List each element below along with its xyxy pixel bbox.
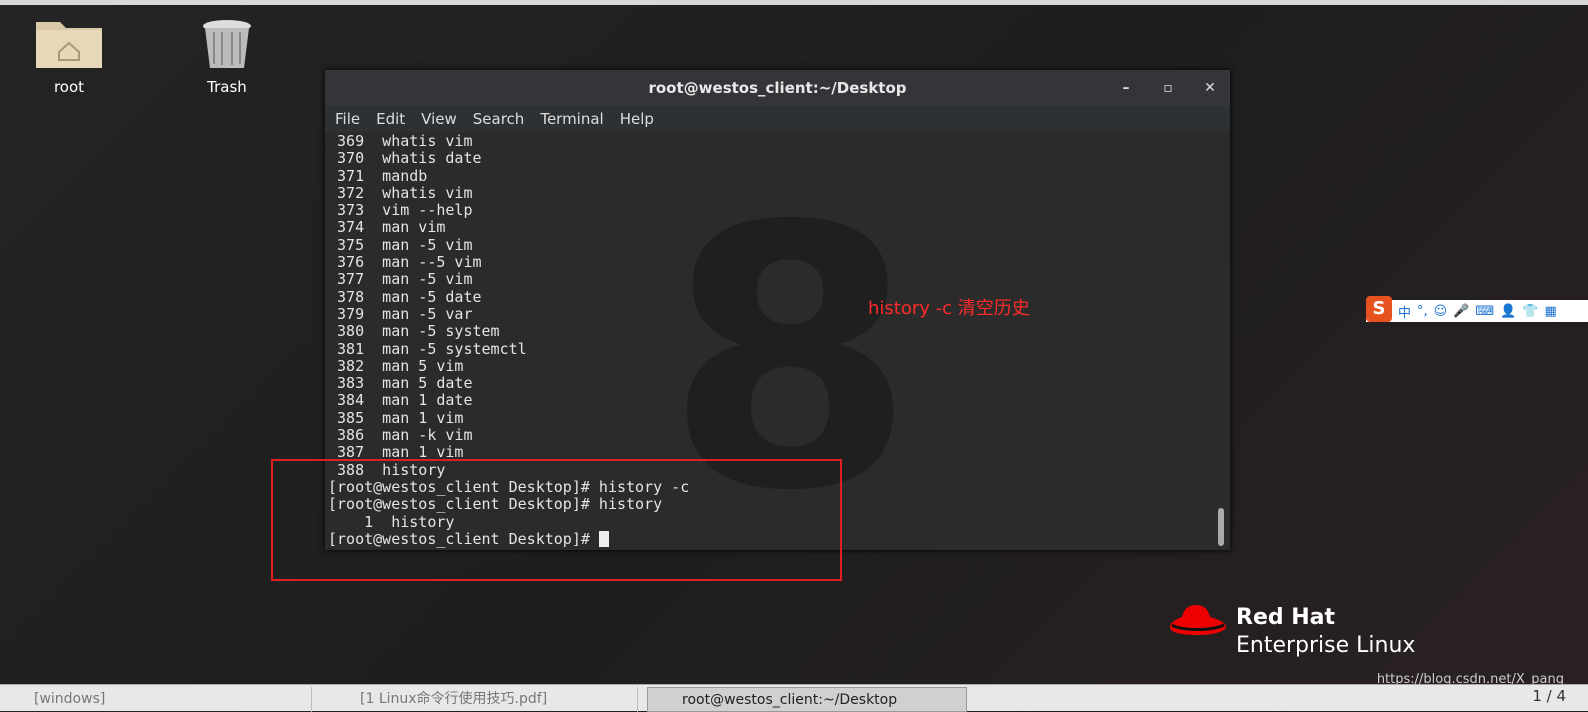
window-titlebar[interactable]: root@westos_client:~/Desktop – ▫ ✕ (325, 70, 1230, 106)
terminal-line: 384 man 1 date (328, 391, 473, 410)
keyboard-icon[interactable]: ⌨ (1475, 304, 1494, 319)
menu-file[interactable]: File (327, 106, 368, 132)
trash-icon (203, 20, 251, 68)
menu-search[interactable]: Search (465, 106, 533, 132)
microphone-icon[interactable]: 🎤 (1453, 304, 1469, 319)
terminal-line: 381 man -5 systemctl (328, 339, 527, 358)
skin-icon[interactable]: 👕 (1522, 304, 1538, 319)
taskbar-item-windows[interactable]: [windows] (0, 687, 312, 712)
terminal-line: 371 mandb (328, 166, 428, 185)
terminal-line: 385 man 1 vim (328, 408, 464, 427)
terminal-line: 374 man vim (328, 218, 446, 237)
menu-bar: File Edit View Search Terminal Help (325, 106, 1230, 132)
desktop-icon-trash[interactable]: Trash (182, 18, 272, 96)
ime-toolbar: S 中 °, ☺ 🎤 ⌨ 👤 👕 ▦ (1366, 296, 1588, 322)
folder-home-icon (36, 22, 102, 68)
sogou-logo-icon[interactable]: S (1366, 296, 1392, 322)
window-title: root@westos_client:~/Desktop (648, 79, 907, 97)
terminal-line: 378 man -5 date (328, 287, 482, 306)
annotation-box (271, 459, 842, 581)
terminal-line: 386 man -k vim (328, 426, 473, 445)
redhat-hat-icon (1170, 605, 1226, 635)
scrollbar[interactable] (1218, 508, 1224, 546)
desktop-icon-root[interactable]: root (24, 16, 114, 96)
workspace-pager[interactable]: 1 / 4 (1532, 687, 1566, 705)
terminal-line: 383 man 5 date (328, 374, 473, 393)
punctuation-icon[interactable]: °, (1417, 304, 1428, 319)
terminal-line: 372 whatis vim (328, 183, 473, 202)
close-icon[interactable]: ✕ (1200, 70, 1220, 106)
emoji-icon[interactable]: ☺ (1434, 304, 1448, 319)
user-icon[interactable]: 👤 (1500, 304, 1516, 319)
terminal-line: 382 man 5 vim (328, 356, 464, 375)
chinese-mode-icon[interactable]: 中 (1398, 302, 1411, 321)
terminal-line: 369 whatis vim (328, 132, 473, 150)
terminal-line: 373 vim --help (328, 201, 473, 220)
annotation-text: history -c 清空历史 (868, 298, 1030, 319)
terminal-line: 377 man -5 vim (328, 270, 473, 289)
top-panel (0, 0, 1588, 5)
minimize-icon[interactable]: – (1116, 70, 1136, 106)
maximize-icon[interactable]: ▫ (1158, 70, 1178, 106)
taskbar: [windows] [1 Linux命令行使用技巧.pdf] root@west… (0, 684, 1588, 712)
terminal-line: 379 man -5 var (328, 304, 473, 323)
taskbar-item-terminal[interactable]: root@westos_client:~/Desktop (647, 687, 967, 712)
terminal-line: 380 man -5 system (328, 322, 500, 341)
menu-terminal[interactable]: Terminal (532, 106, 611, 132)
terminal-line: 376 man --5 vim (328, 253, 482, 272)
toolbox-icon[interactable]: ▦ (1545, 304, 1557, 319)
terminal-line: 370 whatis date (328, 149, 482, 168)
menu-help[interactable]: Help (612, 106, 662, 132)
menu-view[interactable]: View (413, 106, 465, 132)
menu-edit[interactable]: Edit (368, 106, 413, 132)
taskbar-item-pdf[interactable]: [1 Linux命令行使用技巧.pdf] (326, 687, 638, 712)
terminal-line: 375 man -5 vim (328, 235, 473, 254)
